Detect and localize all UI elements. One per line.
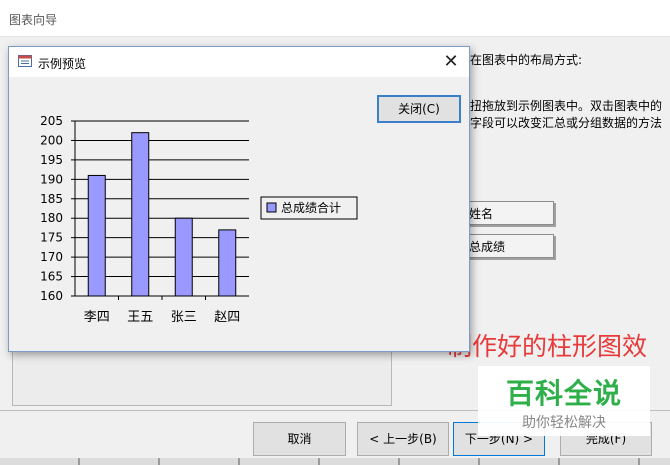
bar-李四 <box>87 174 106 297</box>
sheet-strip <box>0 458 670 465</box>
close-icon[interactable]: ✕ <box>437 49 465 75</box>
y-tick-label: 205 <box>40 114 63 128</box>
y-tick-label: 165 <box>40 270 63 284</box>
y-tick-label: 180 <box>40 211 63 225</box>
y-tick-label: 195 <box>40 153 63 167</box>
y-tick-label: 200 <box>40 133 63 147</box>
cancel-button[interactable]: 取消 <box>253 422 346 456</box>
wizard-titlebar: 图表向导 <box>0 0 670 37</box>
wizard-instruction-line-1: 在图表中的布局方式: <box>470 53 583 67</box>
watermark: 百科全说 助你轻松解决 <box>478 366 650 436</box>
sample-preview-dialog: 示例预览 ✕ 关闭(C) 160 165 170 175 180 185 190 195 200… <box>8 46 470 352</box>
watermark-title: 百科全说 <box>505 377 622 410</box>
wizard-title: 图表向导 <box>9 13 58 27</box>
x-tick-label: 赵四 <box>214 310 240 325</box>
bar-chart: 160 165 170 175 180 185 190 195 200 205 李四 王五 张三 赵四 总成… <box>40 114 358 325</box>
y-tick-label: 175 <box>40 231 63 245</box>
wizard-instruction-line-2: 扭拖放到示例图表中。双击图表中的 <box>470 99 663 113</box>
y-tick-label: 185 <box>40 192 63 206</box>
field-button-name[interactable]: 姓名 <box>458 201 554 225</box>
y-tick-label: 170 <box>40 250 63 264</box>
y-tick-label: 160 <box>40 289 63 303</box>
annotation-text: 制作好的柱形图效 <box>447 332 648 361</box>
wizard-instruction-line-3: 字段可以改变汇总或分组数据的方法 <box>470 116 663 130</box>
legend-label: 总成绩合计 <box>281 200 341 215</box>
dialog-title: 示例预览 <box>38 57 87 71</box>
form-icon <box>18 55 32 67</box>
x-tick-label: 李四 <box>84 310 110 325</box>
dialog-titlebar: 示例预览 ✕ <box>9 47 469 77</box>
bar-王五 <box>131 132 150 297</box>
bar-张三 <box>174 217 193 297</box>
bar-赵四 <box>218 229 237 297</box>
watermark-subtitle: 助你轻松解决 <box>522 415 606 431</box>
back-button[interactable]: < 上一步(B) <box>357 422 449 456</box>
y-tick-label: 190 <box>40 172 63 186</box>
x-tick-label: 王五 <box>127 310 153 325</box>
legend-swatch <box>266 202 277 213</box>
field-button-total-score[interactable]: 总成绩 <box>458 234 554 258</box>
x-tick-label: 张三 <box>171 310 197 325</box>
